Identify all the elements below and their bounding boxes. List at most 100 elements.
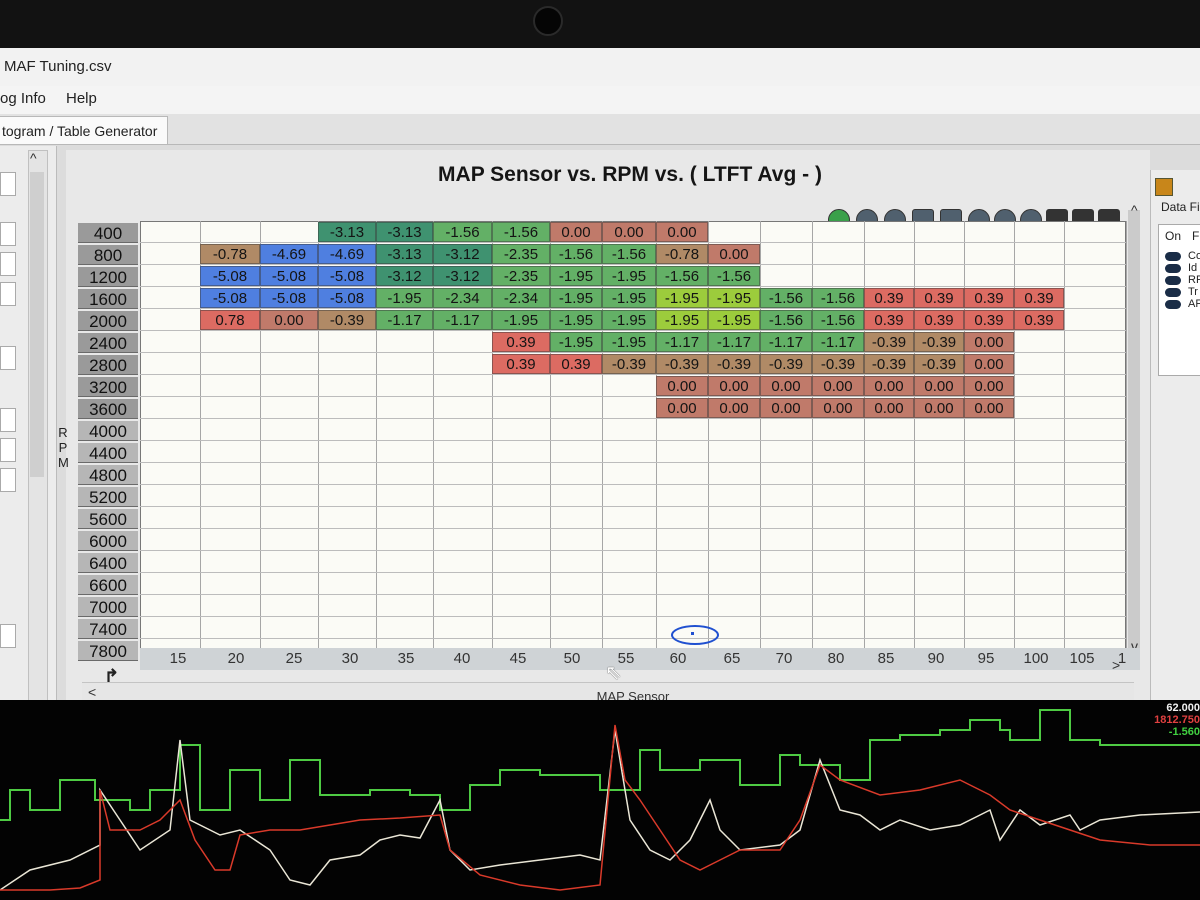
heatmap-cell[interactable]: -1.56 — [492, 222, 550, 242]
heatmap-cell[interactable]: -5.08 — [260, 288, 318, 308]
heatmap-cell[interactable]: -0.39 — [760, 354, 812, 374]
heatmap-cell[interactable]: 0.00 — [708, 244, 760, 264]
heatmap-cell[interactable]: 0.39 — [914, 310, 964, 330]
heatmap-cell[interactable]: -2.35 — [492, 244, 550, 264]
heatmap-cell[interactable]: -3.13 — [376, 222, 433, 242]
heatmap-cell[interactable]: -1.56 — [812, 288, 864, 308]
heatmap-cell[interactable]: -4.69 — [260, 244, 318, 264]
heatmap-cell[interactable]: 0.39 — [964, 288, 1014, 308]
left-panel-button[interactable] — [0, 438, 16, 462]
heatmap-cell[interactable]: 0.39 — [492, 354, 550, 374]
heatmap-cell[interactable]: 0.00 — [864, 376, 914, 396]
heatmap-cell[interactable]: -1.56 — [708, 266, 760, 286]
heatmap-cell[interactable]: 0.00 — [914, 398, 964, 418]
toggle-icon[interactable] — [1165, 276, 1181, 285]
heatmap-cell[interactable]: 0.00 — [812, 398, 864, 418]
left-panel-scroll-thumb[interactable] — [30, 172, 44, 477]
heatmap-cell[interactable]: -0.39 — [656, 354, 708, 374]
left-panel-button[interactable] — [0, 468, 16, 492]
heatmap-cell[interactable]: -3.12 — [433, 244, 492, 264]
heatmap-cell[interactable]: -3.13 — [318, 222, 376, 242]
scroll-right-icon[interactable]: > — [1112, 657, 1120, 673]
heatmap-cell[interactable]: 0.00 — [812, 376, 864, 396]
heatmap-cell[interactable]: -0.78 — [656, 244, 708, 264]
heatmap-cell[interactable]: 0.39 — [1014, 310, 1064, 330]
heatmap-cell[interactable]: 0.00 — [602, 222, 656, 242]
heatmap-cell[interactable]: -1.56 — [760, 310, 812, 330]
menu-log-info[interactable]: og Info — [0, 90, 46, 107]
heatmap-cell[interactable]: -0.78 — [200, 244, 260, 264]
heatmap-cell[interactable]: 0.00 — [708, 398, 760, 418]
heatmap-cell[interactable]: 0.39 — [964, 310, 1014, 330]
heatmap-cell[interactable]: -1.56 — [812, 310, 864, 330]
heatmap-cell[interactable]: 0.39 — [864, 310, 914, 330]
heatmap-cell[interactable]: 0.00 — [656, 398, 708, 418]
toggle-icon[interactable] — [1165, 264, 1181, 273]
heatmap-cell[interactable]: -1.95 — [708, 310, 760, 330]
left-panel-button[interactable] — [0, 346, 16, 370]
heatmap-cell[interactable]: 0.00 — [656, 376, 708, 396]
heatmap-cell[interactable]: -1.17 — [812, 332, 864, 352]
heatmap-cell[interactable]: 0.00 — [864, 398, 914, 418]
heatmap-cell[interactable]: -1.56 — [433, 222, 492, 242]
heatmap-cell[interactable]: -5.08 — [260, 266, 318, 286]
heatmap-cell[interactable]: -2.34 — [492, 288, 550, 308]
heatmap-cell[interactable]: 0.00 — [914, 376, 964, 396]
left-panel-button[interactable] — [0, 222, 16, 246]
toggle-icon[interactable] — [1165, 288, 1181, 297]
heatmap-cell[interactable]: -1.95 — [656, 288, 708, 308]
heatmap-cell[interactable]: 0.39 — [1014, 288, 1064, 308]
heatmap-cell[interactable]: 0.39 — [914, 288, 964, 308]
heatmap-cell[interactable]: -0.39 — [708, 354, 760, 374]
heatmap-cell[interactable]: 0.00 — [550, 222, 602, 242]
heatmap-cell[interactable]: 0.39 — [550, 354, 602, 374]
heatmap-cell[interactable]: -1.95 — [602, 310, 656, 330]
heatmap-cell[interactable]: -1.95 — [602, 332, 656, 352]
scroll-left-icon[interactable]: < — [88, 684, 96, 700]
heatmap-cell[interactable]: 0.39 — [492, 332, 550, 352]
heatmap-cell[interactable]: -2.35 — [492, 266, 550, 286]
heatmap-cell[interactable]: 0.00 — [708, 376, 760, 396]
chart-scroll-up-icon[interactable]: ^ — [1131, 202, 1138, 218]
heatmap-cell[interactable]: -0.39 — [914, 354, 964, 374]
heatmap-cell[interactable]: -5.08 — [200, 266, 260, 286]
heatmap-cell[interactable]: -1.56 — [760, 288, 812, 308]
chart-vertical-scrollbar[interactable] — [1128, 210, 1140, 648]
left-panel-button[interactable] — [0, 624, 16, 648]
heatmap-cell[interactable]: -5.08 — [318, 288, 376, 308]
heatmap-cell[interactable]: -2.34 — [433, 288, 492, 308]
heatmap-cell[interactable]: 0.39 — [864, 288, 914, 308]
heatmap-cell[interactable]: 0.78 — [200, 310, 260, 330]
left-panel-button[interactable] — [0, 282, 16, 306]
heatmap-cell[interactable]: -1.17 — [433, 310, 492, 330]
toggle-icon[interactable] — [1165, 252, 1181, 261]
heatmap-cell[interactable]: -0.39 — [864, 354, 914, 374]
heatmap-cell[interactable]: -1.95 — [708, 288, 760, 308]
heatmap-cell[interactable]: -0.39 — [864, 332, 914, 352]
heatmap-cell[interactable]: -1.56 — [550, 244, 602, 264]
tab-histogram-table-generator[interactable]: togram / Table Generator — [0, 116, 168, 144]
heatmap-cell[interactable]: -0.39 — [914, 332, 964, 352]
left-panel-button[interactable] — [0, 408, 16, 432]
heatmap-cell[interactable]: 0.00 — [656, 222, 708, 242]
heatmap-cell[interactable]: -1.17 — [376, 310, 433, 330]
heatmap-cell[interactable]: -0.39 — [812, 354, 864, 374]
heatmap-cell[interactable]: -3.13 — [376, 244, 433, 264]
edit-icon[interactable] — [1155, 178, 1173, 196]
heatmap-cell[interactable]: 0.00 — [260, 310, 318, 330]
heatmap-cell[interactable]: -1.56 — [656, 266, 708, 286]
heatmap-cell[interactable]: -1.17 — [708, 332, 760, 352]
heatmap-cell[interactable]: -1.95 — [656, 310, 708, 330]
heatmap-cell[interactable]: -1.17 — [760, 332, 812, 352]
left-panel-button[interactable] — [0, 252, 16, 276]
heatmap-cell[interactable]: -1.95 — [492, 310, 550, 330]
heatmap-cell[interactable]: 0.00 — [964, 354, 1014, 374]
heatmap-cell[interactable]: -5.08 — [318, 266, 376, 286]
menu-help[interactable]: Help — [66, 90, 97, 107]
heatmap-cell[interactable]: -5.08 — [200, 288, 260, 308]
heatmap-cell[interactable]: -1.95 — [550, 288, 602, 308]
heatmap-cell[interactable]: -1.95 — [602, 288, 656, 308]
heatmap-cell[interactable]: -1.95 — [550, 332, 602, 352]
heatmap-cell[interactable]: -0.39 — [318, 310, 376, 330]
heatmap-cell[interactable]: -1.95 — [550, 266, 602, 286]
